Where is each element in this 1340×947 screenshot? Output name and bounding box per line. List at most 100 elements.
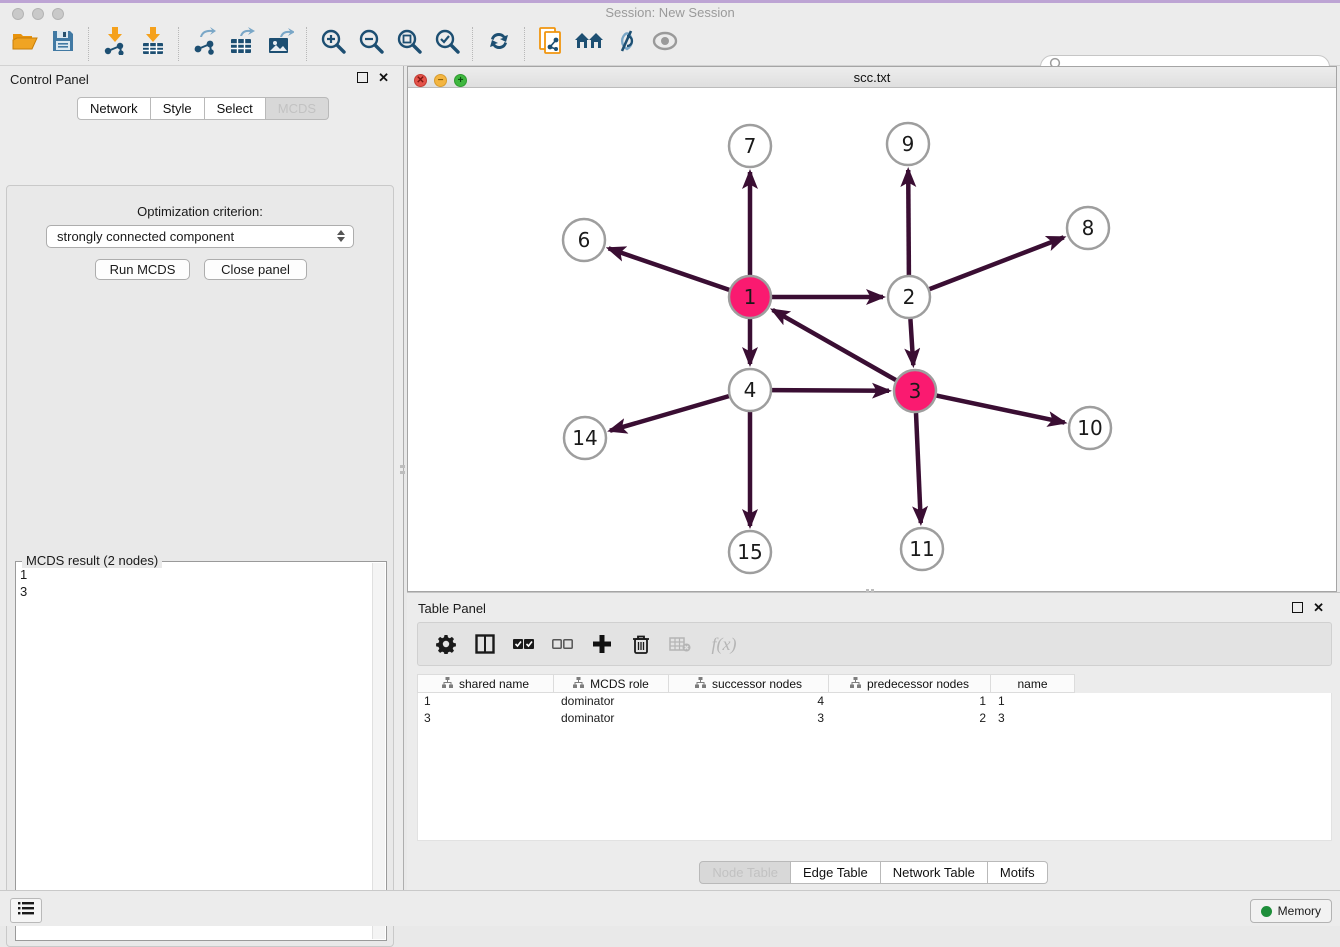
network-view-window: ✕−+ scc.txt 7 9 6 8 1 2 4 3 14 10 15 11 [407,66,1337,592]
edge-1-6[interactable] [609,248,730,290]
node-8[interactable]: 8 [1067,207,1109,249]
table-row[interactable]: 1dominator411 [418,693,1331,710]
task-history-button[interactable] [10,898,42,923]
run-mcds-button[interactable]: Run MCDS [95,259,190,280]
table-cell[interactable]: 2 [830,710,992,727]
delete-table-icon[interactable] [668,632,692,656]
table-cell[interactable]: 3 [992,710,1076,727]
node-10[interactable]: 10 [1069,407,1111,449]
column-header-MCDS-role[interactable]: MCDS role [554,674,669,693]
tab-style[interactable]: Style [151,97,205,120]
close-panel-button[interactable]: Close panel [204,259,307,280]
node-9[interactable]: 9 [887,123,929,165]
column-header-predecessor-nodes[interactable]: predecessor nodes [829,674,991,693]
optimization-criterion-select[interactable]: strongly connected component [46,225,354,248]
minimize-window-button[interactable] [32,8,44,20]
column-header-successor-nodes[interactable]: successor nodes [669,674,829,693]
tree-icon [442,677,453,691]
open-session-button[interactable] [6,26,44,62]
table-panel: Table Panel ✕ f(x) shared nameMCDS roles… [407,592,1340,890]
tab-edge-table[interactable]: Edge Table [791,861,881,884]
node-15[interactable]: 15 [729,531,771,573]
node-1[interactable]: 1 [729,276,771,318]
node-7[interactable]: 7 [729,125,771,167]
edge-4-3[interactable] [772,390,889,391]
node-label: 10 [1077,416,1102,440]
close-panel-icon[interactable]: ✕ [378,73,389,82]
edge-3-1[interactable] [773,310,896,380]
tab-network[interactable]: Network [77,97,151,120]
memory-label: Memory [1278,904,1321,918]
deselect-all-icon[interactable] [551,632,575,656]
save-session-button[interactable] [44,26,82,62]
edge-3-10[interactable] [937,396,1065,423]
export-table-button[interactable] [224,26,262,62]
edge-4-14[interactable] [610,396,729,431]
close-window-button[interactable] [12,8,24,20]
network-window-titlebar[interactable]: ✕−+ scc.txt [408,67,1336,88]
table-cell[interactable]: 3 [670,710,830,727]
table-cell[interactable]: dominator [555,693,670,710]
refresh-layout-button[interactable] [480,26,518,62]
edge-2-8[interactable] [930,237,1064,289]
zoom-out-button[interactable] [352,26,390,62]
table-cell[interactable]: 4 [670,693,830,710]
table-cell[interactable]: 1 [830,693,992,710]
refresh-icon [487,29,511,58]
select-all-icon[interactable] [512,632,536,656]
tab-network-table[interactable]: Network Table [881,861,988,884]
table-cell[interactable]: 1 [992,693,1076,710]
export-network-button[interactable] [186,26,224,62]
edge-2-3[interactable] [910,319,913,365]
table-toolbar: f(x) [417,622,1332,666]
float-panel-icon[interactable] [357,72,368,83]
network-from-selection-button[interactable] [532,26,570,62]
show-all-button[interactable] [646,26,684,62]
table-cell[interactable]: 3 [418,710,555,727]
vertical-splitter-handle[interactable] [400,465,405,468]
column-header-name[interactable]: name [991,674,1075,693]
zoom-in-button[interactable] [314,26,352,62]
node-3[interactable]: 3 [894,370,936,412]
zoom-selected-button[interactable] [428,26,466,62]
toolbar-separator [88,27,90,61]
mcds-result-text[interactable]: 1 3 [20,566,27,600]
node-14[interactable]: 14 [564,417,606,459]
float-panel-icon[interactable] [1292,602,1303,613]
node-label: 14 [572,426,597,450]
network-canvas[interactable]: 7 9 6 8 1 2 4 3 14 10 15 11 [409,88,1335,591]
node-11[interactable]: 11 [901,528,943,570]
column-header-shared-name[interactable]: shared name [417,674,554,693]
network-graph[interactable]: 7 9 6 8 1 2 4 3 14 10 15 11 [409,88,1335,591]
node-4[interactable]: 4 [729,369,771,411]
import-table-button[interactable] [134,26,172,62]
close-panel-icon[interactable]: ✕ [1313,603,1324,612]
edge-3-11[interactable] [916,413,921,523]
export-image-button[interactable] [262,26,300,62]
first-neighbors-button[interactable] [570,26,608,62]
tab-mcds[interactable]: MCDS [266,97,329,120]
add-column-icon[interactable] [590,632,614,656]
tab-motifs[interactable]: Motifs [988,861,1048,884]
zoom-selected-icon [434,28,460,59]
node-2[interactable]: 2 [888,276,930,318]
import-network-button[interactable] [96,26,134,62]
table-cell[interactable]: dominator [555,710,670,727]
table-cell[interactable]: 1 [418,693,555,710]
zoom-window-button[interactable] [52,8,64,20]
memory-button[interactable]: Memory [1250,899,1332,923]
tab-select[interactable]: Select [205,97,266,120]
vertical-splitter-handle[interactable] [400,471,405,474]
table-row[interactable]: 3dominator323 [418,710,1331,727]
edge-2-9[interactable] [908,170,909,275]
column-visibility-icon[interactable] [473,632,497,656]
delete-column-icon[interactable] [629,632,653,656]
settings-gear-icon[interactable] [434,632,458,656]
function-builder-icon[interactable]: f(x) [707,632,741,656]
node-6[interactable]: 6 [563,219,605,261]
result-scrollbar[interactable] [372,563,385,939]
node-label: 2 [903,285,916,309]
tab-node-table[interactable]: Node Table [699,861,791,884]
zoom-fit-button[interactable] [390,26,428,62]
hide-selected-button[interactable] [608,26,646,62]
